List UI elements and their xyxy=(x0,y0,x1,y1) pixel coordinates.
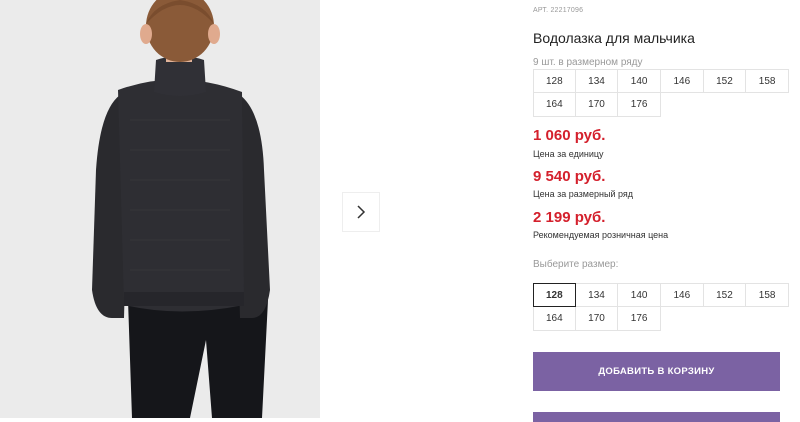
chevron-right-icon xyxy=(357,205,366,219)
retail-price-note: Рекомендуемая розничная цена xyxy=(533,230,669,240)
secondary-button-edge[interactable] xyxy=(533,412,780,422)
article-prefix: АРТ. xyxy=(533,7,549,14)
pack-size-cell: 146 xyxy=(660,69,704,93)
next-photo-button[interactable] xyxy=(342,192,380,232)
pack-price: 9 540 руб. xyxy=(533,168,606,185)
pack-size-cell: 152 xyxy=(703,69,747,93)
article-number: АРТ. 22217096 xyxy=(533,7,583,14)
pack-size-cell: 158 xyxy=(746,69,789,93)
pack-size-cell: 134 xyxy=(575,69,619,93)
size-option[interactable]: 140 xyxy=(618,283,661,307)
size-selector-grid: 128 134 140 146 152 158 164 170 176 xyxy=(533,283,789,331)
choose-size-label: Выберите размер: xyxy=(533,259,619,270)
add-to-cart-button[interactable]: ДОБАВИТЬ В КОРЗИНУ xyxy=(533,352,780,391)
pack-price-note: Цена за размерный ряд xyxy=(533,189,634,199)
pack-size-cell: 128 xyxy=(533,69,576,93)
size-option[interactable]: 176 xyxy=(618,307,661,331)
pack-size-cell: 164 xyxy=(533,93,576,117)
size-option[interactable]: 146 xyxy=(660,283,704,307)
unit-price: 1 060 руб. xyxy=(533,127,606,144)
article-value: 22217096 xyxy=(550,7,584,14)
product-title: Водолазка для мальчика xyxy=(533,30,695,46)
size-option[interactable]: 170 xyxy=(575,307,619,331)
size-option[interactable]: 152 xyxy=(703,283,747,307)
size-option-selected[interactable]: 128 xyxy=(533,283,576,307)
retail-price: 2 199 руб. xyxy=(533,209,606,226)
product-photo xyxy=(0,0,320,418)
boy-in-turtleneck-image xyxy=(0,0,320,418)
pack-size-label: 9 шт. в размерном ряду xyxy=(533,57,643,68)
pack-size-cell: 170 xyxy=(575,93,619,117)
size-option[interactable]: 134 xyxy=(575,283,619,307)
pack-size-grid: 128 134 140 146 152 158 164 170 176 xyxy=(533,69,789,117)
size-option[interactable]: 158 xyxy=(746,283,789,307)
unit-price-note: Цена за единицу xyxy=(533,149,604,159)
pack-size-cell: 140 xyxy=(618,69,661,93)
size-option[interactable]: 164 xyxy=(533,307,576,331)
pack-size-cell: 176 xyxy=(618,93,661,117)
